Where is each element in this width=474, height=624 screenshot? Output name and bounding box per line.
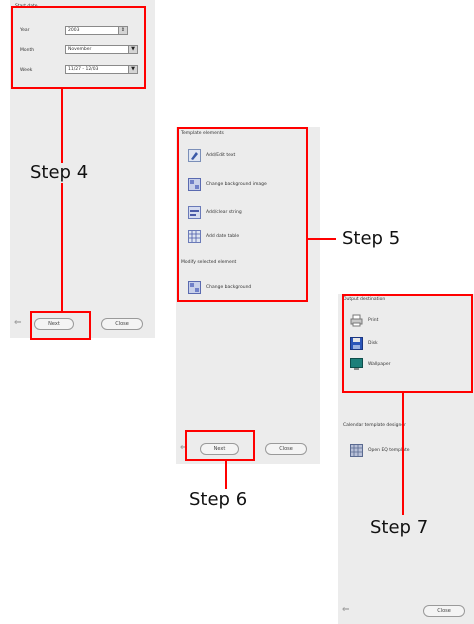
next-button-highlight-box [30, 311, 91, 340]
step4-label: Step 4 [28, 162, 91, 183]
template-icon[interactable] [350, 444, 363, 457]
step4-highlight-box [11, 6, 146, 89]
step7-connector [402, 393, 404, 515]
close-button[interactable]: Close [101, 318, 143, 330]
back-arrow-icon[interactable]: ⇐ [342, 605, 350, 615]
step6-connector [225, 461, 227, 489]
step6-label: Step 6 [189, 489, 248, 510]
close-button[interactable]: Close [423, 605, 465, 617]
back-arrow-icon[interactable]: ⇐ [14, 318, 22, 328]
step4-connector [61, 89, 63, 311]
section-title-template-designer: Calendar template designer [343, 423, 406, 428]
step7-highlight-box [342, 294, 473, 393]
step5-highlight-box [177, 127, 308, 302]
step7-label: Step 7 [368, 517, 431, 538]
close-button[interactable]: Close [265, 443, 307, 455]
step5-connector [308, 238, 336, 240]
step6-highlight-box [185, 430, 255, 461]
step5-label: Step 5 [342, 228, 401, 249]
